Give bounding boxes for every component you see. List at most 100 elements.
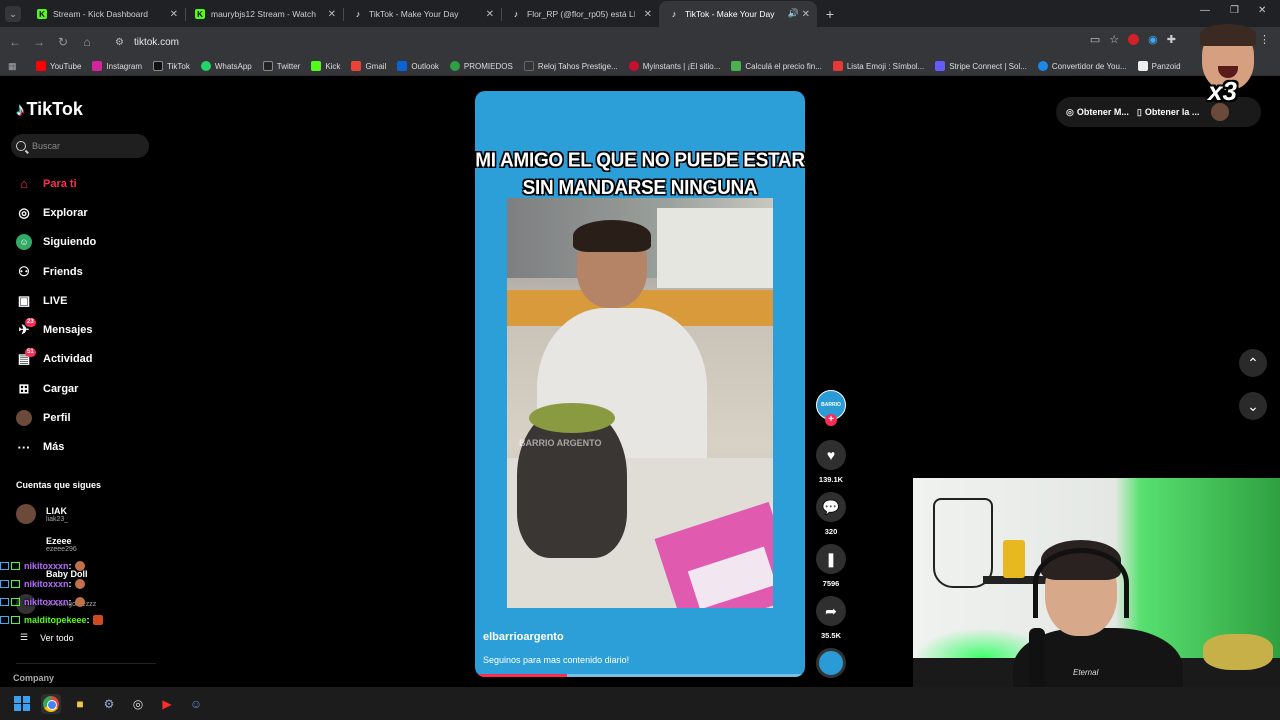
nav-item-para-ti[interactable]: ⌂ Para ti bbox=[16, 169, 96, 198]
get-app-button[interactable]: ▯ Obtener la ... bbox=[1137, 107, 1199, 118]
back-icon[interactable]: ← bbox=[3, 35, 27, 49]
coin-icon: ◎ bbox=[1066, 106, 1074, 117]
close-tab-icon[interactable]: ✕ bbox=[802, 9, 810, 20]
comment-count: 320 bbox=[824, 527, 838, 536]
nav-item-explorar[interactable]: ◎ Explorar bbox=[16, 198, 96, 227]
search-input[interactable]: Buscar bbox=[11, 134, 149, 158]
bookmark-kick[interactable]: Kick bbox=[311, 61, 340, 71]
nav-item-mas[interactable]: ··· Más bbox=[16, 433, 96, 462]
multiplier-text: x3 bbox=[1208, 76, 1237, 106]
follow-plus-icon[interactable]: + bbox=[825, 414, 837, 426]
site-info-icon[interactable]: ⚙ bbox=[115, 37, 124, 48]
nav-item-friends[interactable]: ⚇ Friends bbox=[16, 257, 96, 286]
bookmark-panzoid[interactable]: Panzoid bbox=[1137, 61, 1181, 71]
company-link[interactable]: Company bbox=[13, 673, 54, 683]
promiedos-icon bbox=[449, 61, 460, 71]
see-all-link[interactable]: ☰ Ver todo bbox=[20, 632, 74, 643]
video-player[interactable]: MI AMIGO EL QUE NO PUEDE ESTAR SIN MANDA… bbox=[475, 91, 805, 677]
emote-icon bbox=[74, 597, 85, 607]
bookmark-label: Convertidor de You... bbox=[1051, 61, 1127, 71]
save-action[interactable]: ❚ 7596 bbox=[815, 544, 847, 588]
nav-item-siguiendo[interactable]: ☺ Siguiendo bbox=[16, 228, 96, 257]
comment-action[interactable]: 💬 320 bbox=[815, 492, 847, 536]
video-author[interactable]: elbarrioargento bbox=[483, 631, 564, 643]
obs-icon[interactable]: ◎ bbox=[128, 694, 148, 714]
steam-icon[interactable]: ⚙ bbox=[99, 694, 119, 714]
badge-icon bbox=[0, 580, 9, 588]
avatar bbox=[16, 504, 36, 524]
nav-item-cargar[interactable]: ⊞ Cargar bbox=[16, 374, 96, 403]
windows-start-icon[interactable] bbox=[12, 694, 32, 714]
video-progress-bar[interactable] bbox=[475, 674, 805, 677]
bookmark-instagram[interactable]: Instagram bbox=[92, 61, 142, 71]
tab-search-icon[interactable]: ⌄ bbox=[5, 6, 21, 22]
next-video-button[interactable]: ⌄ bbox=[1239, 392, 1267, 420]
bookmark-outlook[interactable]: Outlook bbox=[397, 61, 439, 71]
extensions-puzzle-icon[interactable]: ✚ bbox=[1167, 33, 1176, 46]
main-nav: ⌂ Para ti ◎ Explorar ☺ Siguiendo ⚇ Friends ▣… bbox=[16, 169, 96, 462]
close-tab-icon[interactable]: ✕ bbox=[328, 9, 336, 20]
close-tab-icon[interactable]: ✕ bbox=[644, 9, 652, 20]
nav-item-perfil[interactable]: Perfil bbox=[16, 403, 96, 432]
home-icon[interactable]: ⌂ bbox=[75, 35, 99, 49]
tiktok-icon: ♪ bbox=[671, 9, 677, 19]
bookmark-label: Reloj Tahos Prestige... bbox=[537, 61, 618, 71]
extension-icon[interactable] bbox=[1128, 34, 1140, 45]
bookmark-emoji[interactable]: Lista Emoji : Símbol... bbox=[832, 61, 924, 71]
file-explorer-icon[interactable]: ■ bbox=[70, 694, 90, 714]
bookmark-tiktok[interactable]: TikTok bbox=[153, 61, 190, 71]
badge-icon bbox=[0, 598, 9, 606]
bookmark-stripe[interactable]: Stripe Connect | Sol... bbox=[935, 61, 1027, 71]
bookmark-twitter[interactable]: Twitter bbox=[262, 61, 300, 71]
nav-item-mensajes[interactable]: ✈ 23 Mensajes bbox=[16, 315, 96, 344]
bookmark-label: Myinstants | ¡El sitio... bbox=[642, 61, 721, 71]
nav-item-actividad[interactable]: ▤ 51 Actividad bbox=[16, 345, 96, 374]
reload-icon[interactable]: ↻ bbox=[51, 35, 75, 49]
followed-account[interactable]: LIAK liak23_ bbox=[16, 504, 68, 524]
previous-video-button[interactable]: ⌃ bbox=[1239, 349, 1267, 377]
bookmark-convertidor[interactable]: Convertidor de You... bbox=[1037, 61, 1127, 71]
new-tab-button[interactable]: + bbox=[821, 1, 839, 27]
nav-item-live[interactable]: ▣ LIVE bbox=[16, 286, 96, 315]
bookmark-calcula[interactable]: Calculá el precio fin... bbox=[731, 61, 822, 71]
bookmark-youtube[interactable]: YouTube bbox=[36, 61, 81, 71]
followed-account[interactable]: Ezeee ezeee296 bbox=[16, 534, 77, 554]
close-window-icon[interactable]: ✕ bbox=[1258, 5, 1266, 16]
bookmarks-bar: ▦ YouTube Instagram TikTok WhatsApp Twit… bbox=[0, 57, 1280, 76]
like-action[interactable]: ♥ 139.1K bbox=[815, 440, 847, 484]
browser-tab-active[interactable]: ♪ TikTok - Make Your Day 🔊 ✕ bbox=[659, 1, 817, 27]
bookmark-gmail[interactable]: Gmail bbox=[351, 61, 386, 71]
close-tab-icon[interactable]: ✕ bbox=[486, 9, 494, 20]
browser-tab[interactable]: ♪ Flor_RP (@flor_rp05) está LIVE ✕ bbox=[501, 1, 659, 27]
browser-tab[interactable]: K maurybjs12 Stream - Watch Live ✕ bbox=[185, 1, 343, 27]
minimize-icon[interactable]: — bbox=[1200, 5, 1210, 16]
forward-icon[interactable]: → bbox=[27, 35, 51, 49]
chat-message: nikitoxxxn: bbox=[0, 557, 130, 575]
bookmark-reloj[interactable]: Reloj Tahos Prestige... bbox=[523, 61, 618, 71]
chrome-icon[interactable] bbox=[41, 693, 61, 714]
cast-icon[interactable]: ▭ bbox=[1090, 33, 1100, 46]
apps-grid-icon[interactable]: ▦ bbox=[8, 61, 18, 72]
discord-icon[interactable]: ☺ bbox=[186, 694, 206, 714]
bookmark-promiedos[interactable]: PROMIEDOS bbox=[449, 61, 513, 71]
nav-label: Explorar bbox=[43, 206, 88, 219]
restore-icon[interactable]: ❐ bbox=[1230, 5, 1239, 16]
youtube-icon[interactable]: ▶ bbox=[157, 694, 177, 714]
bookmark-whatsapp[interactable]: WhatsApp bbox=[200, 61, 252, 71]
speaker-icon[interactable]: 🔊 bbox=[788, 8, 799, 19]
browser-tab[interactable]: ♪ TikTok - Make Your Day ✕ bbox=[343, 1, 501, 27]
tiktok-logo[interactable]: ♪ TikTok bbox=[16, 99, 83, 120]
close-tab-icon[interactable]: ✕ bbox=[170, 9, 178, 20]
chat-message: malditopekeee: bbox=[0, 611, 130, 629]
stream-chat-overlay: nikitoxxxn: nikitoxxxn: nikitoxxxn: mald… bbox=[0, 557, 130, 629]
browser-tab[interactable]: K Stream - Kick Dashboard ✕ bbox=[27, 1, 185, 27]
video-caption: Seguinos para mas contenido diario! bbox=[483, 655, 630, 665]
extension-audio-icon[interactable]: ◉ bbox=[1148, 33, 1158, 46]
bookmark-star-icon[interactable]: ☆ bbox=[1109, 33, 1119, 46]
music-disc-icon[interactable] bbox=[816, 648, 846, 678]
share-action[interactable]: ➦ 35.5K bbox=[815, 596, 847, 640]
kick-icon bbox=[311, 61, 322, 71]
address-bar[interactable]: ⚙ tiktok.com bbox=[107, 31, 1057, 53]
get-coins-button[interactable]: ◎ Obtener M... bbox=[1066, 107, 1129, 118]
bookmark-myinstants[interactable]: Myinstants | ¡El sitio... bbox=[628, 61, 721, 71]
